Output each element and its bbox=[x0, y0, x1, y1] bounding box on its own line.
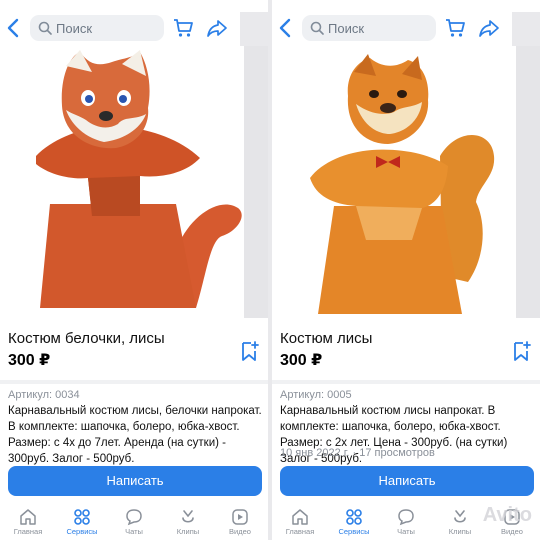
clips-icon bbox=[182, 510, 194, 523]
home-icon bbox=[20, 509, 36, 525]
search-placeholder: Поиск bbox=[56, 21, 93, 36]
top-bar: Поиск bbox=[0, 12, 268, 46]
tab-clips[interactable]: Клипы bbox=[162, 504, 214, 540]
adjacent-panel-edge bbox=[512, 12, 540, 46]
search-input[interactable]: Поиск bbox=[302, 15, 436, 41]
bottom-tab-bar: Главная Сервисы Чаты Клипы Видео bbox=[0, 504, 268, 540]
clips-icon bbox=[454, 510, 466, 523]
tab-label: Видео bbox=[229, 527, 251, 536]
tab-label: Видео bbox=[501, 527, 523, 536]
tab-label: Чаты bbox=[397, 527, 415, 536]
listing-title: Костюм лисы bbox=[280, 330, 373, 347]
product-photo[interactable] bbox=[272, 46, 540, 318]
listing-date-views: 10 янв 2022 г. · 17 просмотров bbox=[280, 447, 435, 459]
tab-chats[interactable]: Чаты bbox=[380, 504, 432, 540]
tab-label: Сервисы bbox=[66, 527, 98, 536]
search-placeholder: Поиск bbox=[328, 21, 365, 36]
search-icon bbox=[38, 21, 52, 35]
cart-icon[interactable] bbox=[444, 17, 466, 39]
chat-icon bbox=[126, 509, 142, 526]
cart-icon[interactable] bbox=[172, 17, 194, 39]
bookmark-add-icon[interactable] bbox=[238, 340, 260, 362]
share-icon[interactable] bbox=[206, 17, 228, 39]
tab-label: Сервисы bbox=[338, 527, 370, 536]
fox-costume-image bbox=[310, 54, 495, 314]
home-icon bbox=[292, 509, 308, 525]
listing-description: Карнавальный костюм лисы, белочки напрок… bbox=[8, 405, 262, 465]
listing-price: 300 ₽ bbox=[8, 352, 51, 369]
write-message-button[interactable]: Написать bbox=[280, 466, 534, 496]
article-number: Артикул: 0034 bbox=[8, 389, 80, 401]
listing-panel-right: Поиск Костюм лисы 300 ₽ Артикул: 0005 Ка… bbox=[272, 0, 540, 540]
article-number: Артикул: 0005 bbox=[280, 389, 352, 401]
chat-icon bbox=[398, 509, 414, 526]
divider bbox=[272, 380, 540, 384]
search-icon bbox=[310, 21, 324, 35]
services-icon bbox=[346, 509, 362, 525]
services-icon bbox=[74, 509, 90, 525]
tab-video[interactable]: Видео bbox=[214, 504, 266, 540]
tab-home[interactable]: Главная bbox=[274, 504, 326, 540]
tab-services[interactable]: Сервисы bbox=[56, 504, 108, 540]
back-chevron-icon[interactable] bbox=[4, 16, 24, 40]
video-icon bbox=[232, 509, 248, 525]
product-photo[interactable] bbox=[0, 46, 268, 318]
tab-label: Главная bbox=[285, 527, 315, 536]
divider bbox=[0, 380, 268, 384]
photo-gallery-edge bbox=[516, 46, 540, 318]
tab-home[interactable]: Главная bbox=[2, 504, 54, 540]
bookmark-add-icon[interactable] bbox=[510, 340, 532, 362]
tab-services[interactable]: Сервисы bbox=[328, 504, 380, 540]
adjacent-panel-edge bbox=[240, 12, 268, 46]
tab-label: Клипы bbox=[176, 527, 200, 536]
listing-price: 300 ₽ bbox=[280, 352, 323, 369]
write-message-button[interactable]: Написать bbox=[8, 466, 262, 496]
tab-clips[interactable]: Клипы bbox=[434, 504, 486, 540]
photo-gallery-edge bbox=[244, 46, 268, 318]
search-input[interactable]: Поиск bbox=[30, 15, 164, 41]
back-chevron-icon[interactable] bbox=[276, 16, 296, 40]
top-bar: Поиск bbox=[272, 12, 540, 46]
tab-label: Главная bbox=[13, 527, 43, 536]
listing-title: Костюм белочки, лисы bbox=[8, 330, 165, 347]
tab-label: Чаты bbox=[125, 527, 143, 536]
share-icon[interactable] bbox=[478, 17, 500, 39]
tab-label: Клипы bbox=[448, 527, 472, 536]
avito-watermark: Avito bbox=[482, 504, 532, 526]
tab-chats[interactable]: Чаты bbox=[108, 504, 160, 540]
fox-costume-image bbox=[36, 50, 242, 308]
listing-panel-left: Поиск Костюм белочки, лисы 300 ₽ Артикул… bbox=[0, 0, 268, 540]
